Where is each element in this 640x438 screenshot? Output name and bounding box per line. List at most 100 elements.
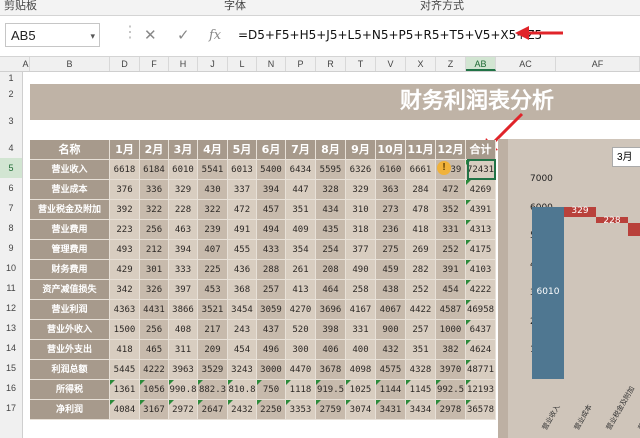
table-cell[interactable]: 5445 xyxy=(110,360,140,380)
table-cell[interactable]: 331 xyxy=(436,220,466,240)
enter-icon[interactable]: ✓ xyxy=(177,26,190,44)
table-cell[interactable]: 418 xyxy=(110,340,140,360)
table-cell[interactable]: 4470 xyxy=(286,360,316,380)
table-cell[interactable]: 750 xyxy=(257,380,286,400)
table-cell[interactable]: 435 xyxy=(316,220,346,240)
table-cell[interactable]: 336 xyxy=(140,180,169,200)
table-cell[interactable]: 5541 xyxy=(198,160,228,180)
row-header-16[interactable]: 16 xyxy=(0,378,22,398)
header-cell[interactable]: 4月 xyxy=(198,140,228,160)
table-cell[interactable]: 490 xyxy=(346,260,376,280)
table-cell[interactable]: 1000 xyxy=(436,320,466,340)
period-dropdown[interactable]: 3月 xyxy=(612,147,640,167)
table-cell[interactable]: 288 xyxy=(257,260,286,280)
table-cell[interactable]: 3678 xyxy=(316,360,346,380)
table-cell[interactable]: 269 xyxy=(406,240,436,260)
table-cell[interactable]: 258 xyxy=(346,280,376,300)
column-header-t[interactable]: T xyxy=(346,57,376,71)
table-cell[interactable]: 3866 xyxy=(169,300,198,320)
table-cell[interactable]: 252 xyxy=(436,240,466,260)
table-cell[interactable]: 6184 xyxy=(140,160,169,180)
table-cell[interactable]: 453 xyxy=(198,280,228,300)
table-cell[interactable]: 418 xyxy=(406,220,436,240)
table-cell[interactable]: 243 xyxy=(228,320,257,340)
table-cell[interactable]: 256 xyxy=(140,320,169,340)
row-header-17[interactable]: 17 xyxy=(0,398,22,418)
table-cell[interactable]: 463 xyxy=(169,220,198,240)
table-cell[interactable]: 382 xyxy=(436,340,466,360)
table-cell[interactable]: 919.5 xyxy=(316,380,346,400)
row-header-1[interactable]: 1 xyxy=(0,72,22,84)
table-cell[interactable]: 282 xyxy=(406,260,436,280)
table-cell[interactable]: 4067 xyxy=(376,300,406,320)
row-header-9[interactable]: 9 xyxy=(0,238,22,258)
table-cell[interactable]: 4328 xyxy=(406,360,436,380)
table-cell[interactable]: 407 xyxy=(198,240,228,260)
table-cell[interactable]: 520 xyxy=(286,320,316,340)
table-cell[interactable]: 322 xyxy=(140,200,169,220)
table-cell[interactable]: 4391 xyxy=(466,200,496,220)
column-header-r[interactable]: R xyxy=(316,57,346,71)
table-cell[interactable]: 3353 xyxy=(286,400,316,420)
table-cell[interactable]: 394 xyxy=(169,240,198,260)
row-label[interactable]: 营业外支出 xyxy=(30,340,110,360)
row-header-14[interactable]: 14 xyxy=(0,338,22,358)
table-cell[interactable]: 351 xyxy=(286,200,316,220)
table-cell[interactable]: 472 xyxy=(228,200,257,220)
table-cell[interactable]: 429 xyxy=(110,260,140,280)
header-cell[interactable]: 3月 xyxy=(169,140,198,160)
row-header-4[interactable]: 4 xyxy=(0,138,22,158)
table-cell[interactable]: 408 xyxy=(169,320,198,340)
table-cell[interactable]: 2432 xyxy=(228,400,257,420)
table-cell[interactable]: 6013 xyxy=(228,160,257,180)
table-cell[interactable]: 1118 xyxy=(286,380,316,400)
table-cell[interactable]: 236 xyxy=(376,220,406,240)
table-cell[interactable]: 4084 xyxy=(110,400,140,420)
table-cell[interactable]: 329 xyxy=(346,180,376,200)
table-cell[interactable]: 310 xyxy=(346,200,376,220)
table-cell[interactable]: 326 xyxy=(140,280,169,300)
table-cell[interactable]: 257 xyxy=(257,280,286,300)
table-cell[interactable]: 4587 xyxy=(436,300,466,320)
cancel-icon[interactable]: ✕ xyxy=(144,26,157,44)
header-cell[interactable]: 合计 xyxy=(466,140,496,160)
row-label[interactable]: 营业成本 xyxy=(30,180,110,200)
table-cell[interactable]: 1361 xyxy=(110,380,140,400)
table-cell[interactable]: 301 xyxy=(140,260,169,280)
table-cell[interactable]: 4431 xyxy=(140,300,169,320)
column-header-z[interactable]: Z xyxy=(436,57,466,71)
column-header-ab[interactable]: AB xyxy=(466,57,496,71)
table-cell[interactable]: 2647 xyxy=(198,400,228,420)
table-cell[interactable]: 5595 xyxy=(316,160,346,180)
table-cell[interactable]: 6661 xyxy=(406,160,436,180)
table-cell[interactable]: 3696 xyxy=(316,300,346,320)
row-header-12[interactable]: 12 xyxy=(0,298,22,318)
row-label[interactable]: 所得税 xyxy=(30,380,110,400)
table-cell[interactable]: 225 xyxy=(198,260,228,280)
row-header-8[interactable]: 8 xyxy=(0,218,22,238)
table-cell[interactable]: 3000 xyxy=(257,360,286,380)
table-cell[interactable]: 391 xyxy=(436,260,466,280)
column-header-x[interactable]: X xyxy=(406,57,436,71)
table-cell[interactable]: 4422 xyxy=(406,300,436,320)
table-cell[interactable]: 459 xyxy=(376,260,406,280)
column-header-h[interactable]: H xyxy=(169,57,198,71)
table-cell[interactable]: 273 xyxy=(376,200,406,220)
table-cell[interactable]: 464 xyxy=(316,280,346,300)
table-cell[interactable]: 992.5 xyxy=(436,380,466,400)
table-cell[interactable]: 430 xyxy=(198,180,228,200)
table-cell[interactable]: 342 xyxy=(110,280,140,300)
formula-input[interactable]: =D5+F5+H5+J5+L5+N5+P5+R5+T5+V5+X5+Z5 xyxy=(238,23,638,47)
table-cell[interactable]: 1500 xyxy=(110,320,140,340)
row-header-11[interactable]: 11 xyxy=(0,278,22,298)
header-cell[interactable]: 9月 xyxy=(346,140,376,160)
row-label[interactable]: 营业费用 xyxy=(30,220,110,240)
table-cell[interactable]: 322 xyxy=(198,200,228,220)
row-label[interactable]: 利润总额 xyxy=(30,360,110,380)
table-cell[interactable]: 494 xyxy=(257,220,286,240)
row-header-10[interactable]: 10 xyxy=(0,258,22,278)
header-cell[interactable]: 7月 xyxy=(286,140,316,160)
table-cell[interactable]: 409 xyxy=(286,220,316,240)
table-cell[interactable]: 4270 xyxy=(286,300,316,320)
table-cell[interactable]: 4167 xyxy=(346,300,376,320)
